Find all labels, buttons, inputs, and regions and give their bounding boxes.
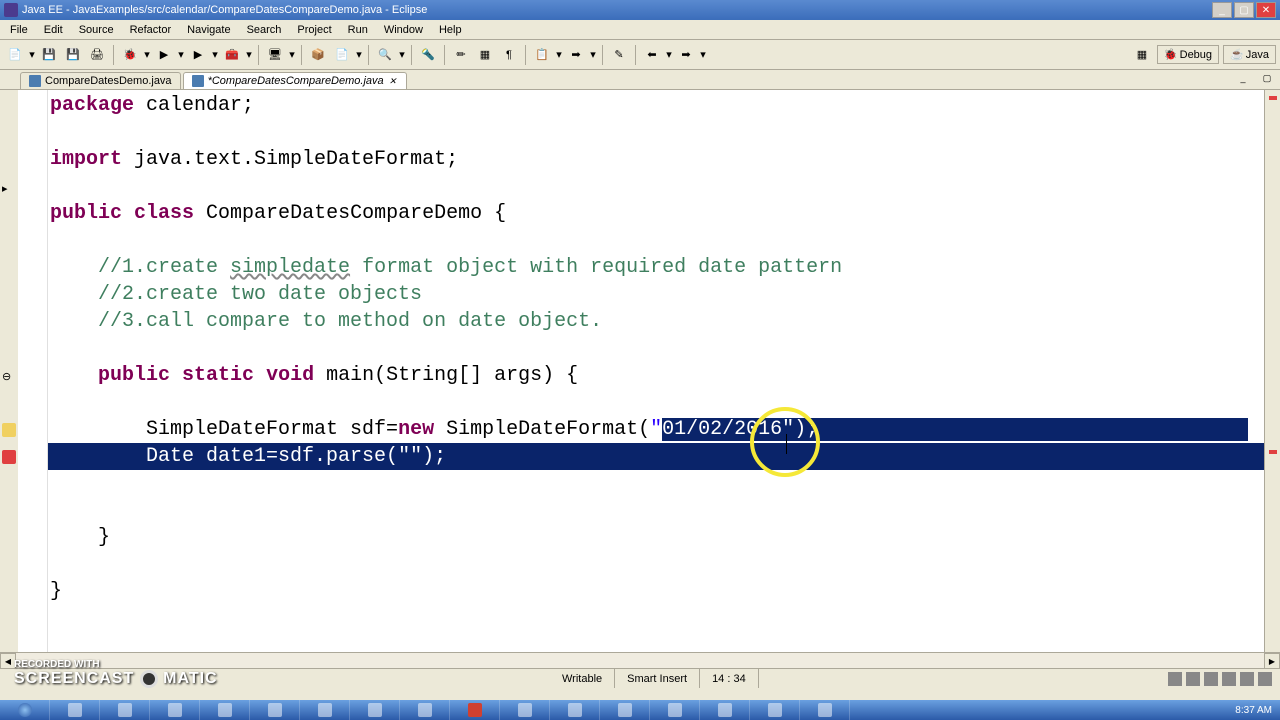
watermark-logo-icon	[140, 670, 158, 688]
code-content[interactable]: package calendar; import java.text.Simpl…	[48, 90, 1264, 652]
fold-toggle-icon[interactable]: ▸	[2, 182, 16, 196]
window-title: Java EE - JavaExamples/src/calendar/Comp…	[22, 4, 427, 16]
new-type-button[interactable]: 📄	[331, 44, 353, 66]
menu-refactor[interactable]: Refactor	[122, 22, 180, 38]
windows-taskbar: 8:37 AM	[0, 700, 1280, 720]
taskbar-app[interactable]	[550, 700, 600, 720]
status-icon[interactable]	[1258, 672, 1272, 686]
menu-search[interactable]: Search	[239, 22, 290, 38]
java-file-icon	[29, 75, 41, 87]
menu-bar: File Edit Source Refactor Navigate Searc…	[0, 20, 1280, 40]
text-cursor	[786, 434, 787, 454]
taskbar-app[interactable]	[750, 700, 800, 720]
taskbar-app[interactable]	[650, 700, 700, 720]
menu-window[interactable]: Window	[376, 22, 431, 38]
start-button[interactable]	[0, 700, 50, 720]
taskbar-app[interactable]	[250, 700, 300, 720]
status-icon[interactable]	[1168, 672, 1182, 686]
line-numbers	[18, 90, 48, 652]
java-perspective[interactable]: ☕ Java	[1223, 45, 1276, 64]
java-file-icon	[192, 75, 204, 87]
taskbar-app[interactable]	[800, 700, 850, 720]
debug-button[interactable]: 🐞	[119, 44, 141, 66]
recording-watermark: RECORDED WITH SCREENCAST MATIC	[14, 659, 218, 688]
taskbar-app[interactable]	[450, 700, 500, 720]
taskbar-app[interactable]	[350, 700, 400, 720]
taskbar-app[interactable]	[150, 700, 200, 720]
taskbar-app[interactable]	[100, 700, 150, 720]
taskbar-app[interactable]	[50, 700, 100, 720]
status-writable: Writable	[550, 669, 615, 688]
last-edit-button[interactable]: ✎	[608, 44, 630, 66]
external-tools-button[interactable]: 🧰	[221, 44, 243, 66]
open-type-button[interactable]: 🔍	[374, 44, 396, 66]
run-dropdown[interactable]: ▾	[177, 48, 185, 61]
debug-dropdown[interactable]: ▾	[143, 48, 151, 61]
print-button[interactable]: 🖨	[86, 44, 108, 66]
menu-edit[interactable]: Edit	[36, 22, 71, 38]
toggle-block-button[interactable]: ▦	[474, 44, 496, 66]
taskbar-app[interactable]	[600, 700, 650, 720]
status-icon[interactable]	[1186, 672, 1200, 686]
system-clock[interactable]: 8:37 AM	[1235, 705, 1280, 716]
taskbar-app[interactable]	[300, 700, 350, 720]
minimize-view-icon[interactable]: _	[1232, 67, 1254, 89]
title-bar: Java EE - JavaExamples/src/calendar/Comp…	[0, 0, 1280, 20]
overview-ruler[interactable]	[1264, 90, 1280, 652]
status-icon[interactable]	[1222, 672, 1236, 686]
show-whitespace-button[interactable]: ¶	[498, 44, 520, 66]
maximize-button[interactable]: ▢	[1234, 2, 1254, 18]
warning-marker-icon[interactable]	[2, 423, 16, 437]
tab-compare-dates-demo[interactable]: CompareDatesDemo.java	[20, 72, 181, 89]
minimize-button[interactable]: _	[1212, 2, 1232, 18]
menu-help[interactable]: Help	[431, 22, 470, 38]
close-tab-icon[interactable]: ✕	[388, 76, 398, 86]
taskbar-app[interactable]	[500, 700, 550, 720]
menu-source[interactable]: Source	[71, 22, 122, 38]
next-annotation-button[interactable]: ➡	[565, 44, 587, 66]
annotation-button[interactable]: 📋	[531, 44, 553, 66]
status-insert-mode: Smart Insert	[615, 669, 700, 688]
menu-project[interactable]: Project	[289, 22, 339, 38]
code-editor[interactable]: ▸ ⊖ package calendar; import java.text.S…	[0, 90, 1280, 652]
search-button[interactable]: 🔦	[417, 44, 439, 66]
run-last-button[interactable]: ▶	[187, 44, 209, 66]
maximize-view-icon[interactable]: ▢	[1256, 67, 1278, 89]
taskbar-app[interactable]	[700, 700, 750, 720]
back-button[interactable]: ⬅	[641, 44, 663, 66]
tab-compare-dates-compare-demo[interactable]: *CompareDatesCompareDemo.java ✕	[183, 72, 407, 89]
save-button[interactable]: 💾	[38, 44, 60, 66]
debug-perspective[interactable]: 🐞 Debug	[1157, 45, 1219, 64]
run-button[interactable]: ▶	[153, 44, 175, 66]
menu-run[interactable]: Run	[340, 22, 376, 38]
editor-tabs: CompareDatesDemo.java *CompareDatesCompa…	[0, 70, 1280, 90]
save-all-button[interactable]: 💾	[62, 44, 84, 66]
overview-error-mark[interactable]	[1269, 450, 1277, 454]
fold-toggle-icon[interactable]: ⊖	[2, 370, 16, 384]
new-server-button[interactable]: 🖥	[264, 44, 286, 66]
menu-file[interactable]: File	[2, 22, 36, 38]
status-icon[interactable]	[1204, 672, 1218, 686]
status-icon[interactable]	[1240, 672, 1254, 686]
taskbar-app[interactable]	[200, 700, 250, 720]
close-button[interactable]: ✕	[1256, 2, 1276, 18]
marker-bar: ▸ ⊖	[0, 90, 18, 652]
forward-button[interactable]: ➡	[675, 44, 697, 66]
status-cursor-position: 14 : 34	[700, 669, 759, 688]
app-icon	[4, 3, 18, 17]
new-package-button[interactable]: 📦	[307, 44, 329, 66]
open-perspective-button[interactable]: ▦	[1131, 44, 1153, 66]
new-dropdown[interactable]: ▾	[28, 48, 36, 61]
new-button[interactable]: 📄	[4, 44, 26, 66]
overview-error-mark[interactable]	[1269, 96, 1277, 100]
scroll-right-icon[interactable]: ▶	[1264, 653, 1280, 669]
taskbar-app[interactable]	[400, 700, 450, 720]
toggle-mark-button[interactable]: ✏	[450, 44, 472, 66]
menu-navigate[interactable]: Navigate	[179, 22, 238, 38]
error-marker-icon[interactable]	[2, 450, 16, 464]
main-toolbar: 📄▾ 💾 💾 🖨 🐞▾ ▶▾ ▶▾ 🧰▾ 🖥▾ 📦 📄▾ 🔍▾ 🔦 ✏ ▦ ¶ …	[0, 40, 1280, 70]
